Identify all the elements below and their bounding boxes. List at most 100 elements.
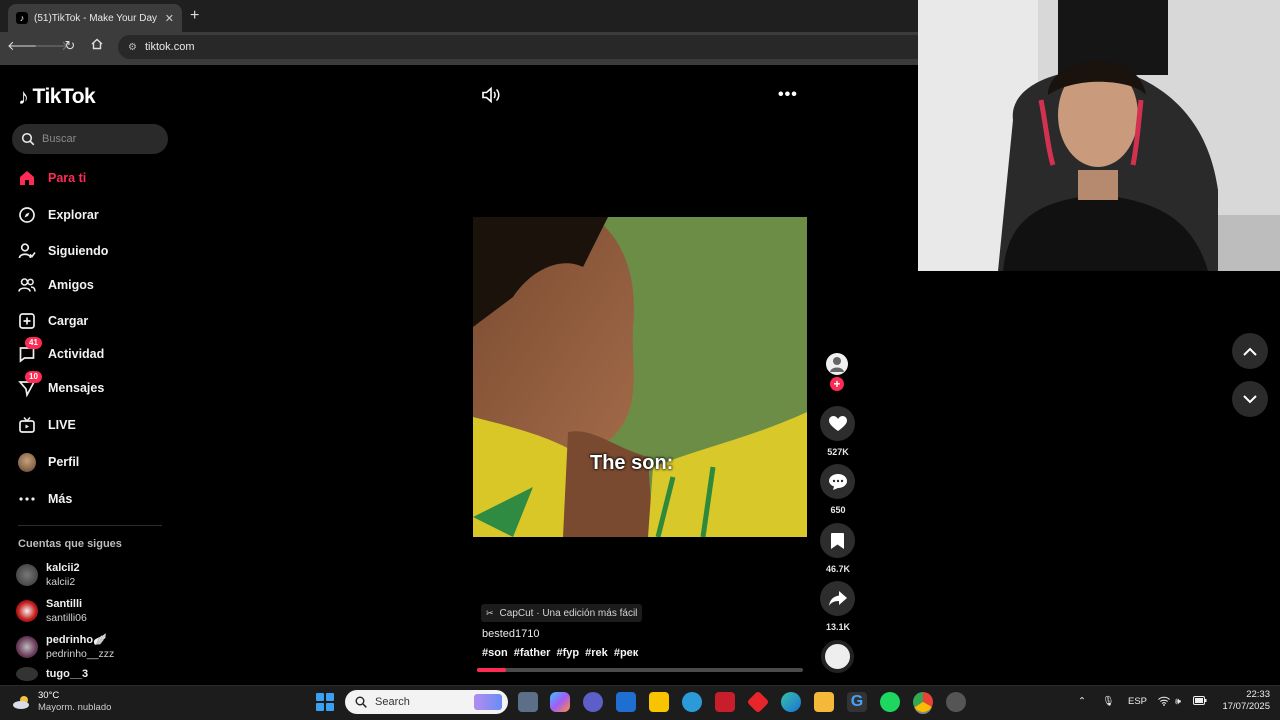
chrome-icon[interactable] (913, 692, 933, 712)
nav-explorar[interactable]: Explorar (18, 204, 99, 226)
next-video-button[interactable] (1232, 381, 1268, 417)
microphone-icon[interactable]: 🎙 (1102, 696, 1114, 707)
share-button[interactable] (820, 581, 855, 616)
sticky-notes-icon[interactable] (649, 692, 669, 712)
profile-avatar (18, 452, 36, 472)
back-arrow-icon[interactable]: 🡐 (7, 38, 42, 54)
close-tab-icon[interactable]: ✕ (165, 12, 174, 25)
more-dots-icon (18, 490, 36, 508)
spotify-icon[interactable] (880, 692, 900, 712)
tab-title: (51)TikTok - Make Your Day (34, 12, 158, 24)
tiktok-logo[interactable]: ♪ TikTok (18, 84, 96, 110)
task-view-icon[interactable] (518, 692, 538, 712)
compass-icon (18, 206, 36, 224)
edge-icon[interactable] (781, 692, 801, 712)
video-overlay-text: The son: (590, 452, 674, 474)
nav-perfil[interactable]: Perfil (18, 451, 79, 473)
nav-label: Perfil (48, 455, 80, 469)
taskbar-search-input[interactable]: Search (345, 690, 508, 714)
help-icon[interactable] (682, 692, 702, 712)
nav-cargar[interactable]: Cargar (18, 310, 88, 332)
mcafee-icon[interactable] (715, 692, 735, 712)
previous-video-button[interactable] (1232, 333, 1268, 369)
nav-mensajes[interactable]: 10 Mensajes (18, 371, 104, 399)
speaker-icon[interactable]: 🕪 (1175, 696, 1181, 707)
copilot-icon[interactable] (550, 692, 570, 712)
nav-mas[interactable]: Más (18, 488, 72, 510)
windows-taskbar (0, 685, 1280, 720)
site-settings-icon[interactable]: ⚙ (128, 42, 137, 53)
file-explorer-icon[interactable] (814, 692, 834, 712)
nav-siguiendo[interactable]: Siguiendo (18, 240, 108, 262)
followed-account[interactable]: Santilli santilli06 (16, 597, 87, 625)
account-handle: pedrinho__zzz (46, 648, 115, 660)
search-input[interactable]: Buscar (12, 124, 168, 154)
creator-avatar[interactable] (826, 353, 848, 375)
nav-actividad[interactable]: 41 Actividad (18, 337, 104, 365)
discord-icon[interactable] (946, 692, 966, 712)
webcam-overlay (918, 0, 1280, 271)
video-hashtags[interactable]: #son #father #fyp #rek #рек (482, 647, 638, 659)
messages-icon: 10 (18, 371, 42, 397)
capcut-tag[interactable]: ✂ CapCut · Una edición más fácil (481, 604, 643, 622)
toolbar-divider (0, 62, 918, 65)
windows-start-icon[interactable] (316, 693, 334, 711)
volume-icon[interactable] (481, 86, 501, 104)
language-indicator[interactable]: ESP (1128, 696, 1147, 707)
battery-icon[interactable] (1193, 696, 1207, 708)
video-progress-bar[interactable] (477, 668, 803, 672)
forward-arrow-icon[interactable]: 🡒 (34, 38, 69, 54)
home-button-icon[interactable] (88, 38, 106, 53)
followed-account[interactable]: kalcii2 kalcii2 (16, 561, 80, 589)
teams-icon[interactable] (583, 692, 603, 712)
bookmark-icon (831, 532, 844, 549)
webcam-frame (918, 0, 1280, 271)
comment-icon (828, 473, 847, 490)
taskbar-clock[interactable]: 22:33 17/07/2025 (1214, 689, 1270, 713)
like-button[interactable] (820, 406, 855, 441)
comment-button[interactable] (820, 464, 855, 499)
nav-amigos[interactable]: Amigos (18, 274, 94, 296)
tiktok-favicon-icon: ♪ (16, 12, 28, 24)
followed-account[interactable]: pedrinho🪽 pedrinho__zzz (16, 633, 114, 661)
browser-tab[interactable]: ♪ (51)TikTok - Make Your Day ✕ (8, 4, 182, 32)
more-options-icon[interactable]: ••• (778, 86, 798, 104)
follow-plus-button[interactable]: + (830, 377, 844, 391)
account-handle: kalcii2 (46, 576, 76, 588)
save-button[interactable] (820, 523, 855, 558)
search-icon (355, 696, 367, 708)
account-name: Santilli (46, 598, 83, 610)
account-handle: santilli06 (46, 612, 87, 624)
nav-para-ti[interactable]: Para ti (18, 167, 86, 189)
nav-label: Más (48, 492, 73, 506)
following-icon (18, 242, 36, 260)
share-arrow-icon (828, 591, 847, 606)
account-name: tugo__3 (46, 668, 89, 680)
search-highlight-icon (474, 694, 502, 710)
nav-label: Amigos (48, 278, 94, 292)
music-disc-icon[interactable] (821, 640, 854, 673)
new-tab-button[interactable]: + (190, 7, 199, 25)
activity-icon: 41 (18, 337, 42, 363)
wifi-icon[interactable] (1158, 696, 1170, 709)
logitech-g-icon[interactable]: G (847, 692, 867, 712)
address-bar[interactable]: ⚙ tiktok.com (118, 35, 918, 59)
video-author[interactable]: bested1710 (482, 628, 540, 640)
weather-widget[interactable]: 30°C Mayorm. nublado (12, 690, 111, 714)
taskbar-search-placeholder: Search (375, 696, 410, 708)
reload-icon[interactable]: ↻ (61, 38, 79, 54)
nav-live[interactable]: LIVE (18, 414, 76, 436)
share-count: 13.1K (825, 622, 851, 632)
video-player[interactable] (473, 217, 807, 537)
activity-badge: 41 (25, 337, 42, 349)
microsoft-store-icon[interactable] (616, 692, 636, 712)
search-icon (21, 132, 35, 146)
save-count: 46.7K (825, 564, 851, 574)
weather-temperature: 30°C (38, 690, 60, 701)
show-hidden-icons-chevron[interactable]: ⌃ (1078, 696, 1086, 707)
video-frame (473, 217, 807, 537)
logo-text: TikTok (32, 85, 96, 108)
followed-accounts-title: Cuentas que sigues (18, 538, 122, 550)
account-avatar (16, 667, 38, 681)
followed-account[interactable]: tugo__3 (16, 667, 88, 681)
